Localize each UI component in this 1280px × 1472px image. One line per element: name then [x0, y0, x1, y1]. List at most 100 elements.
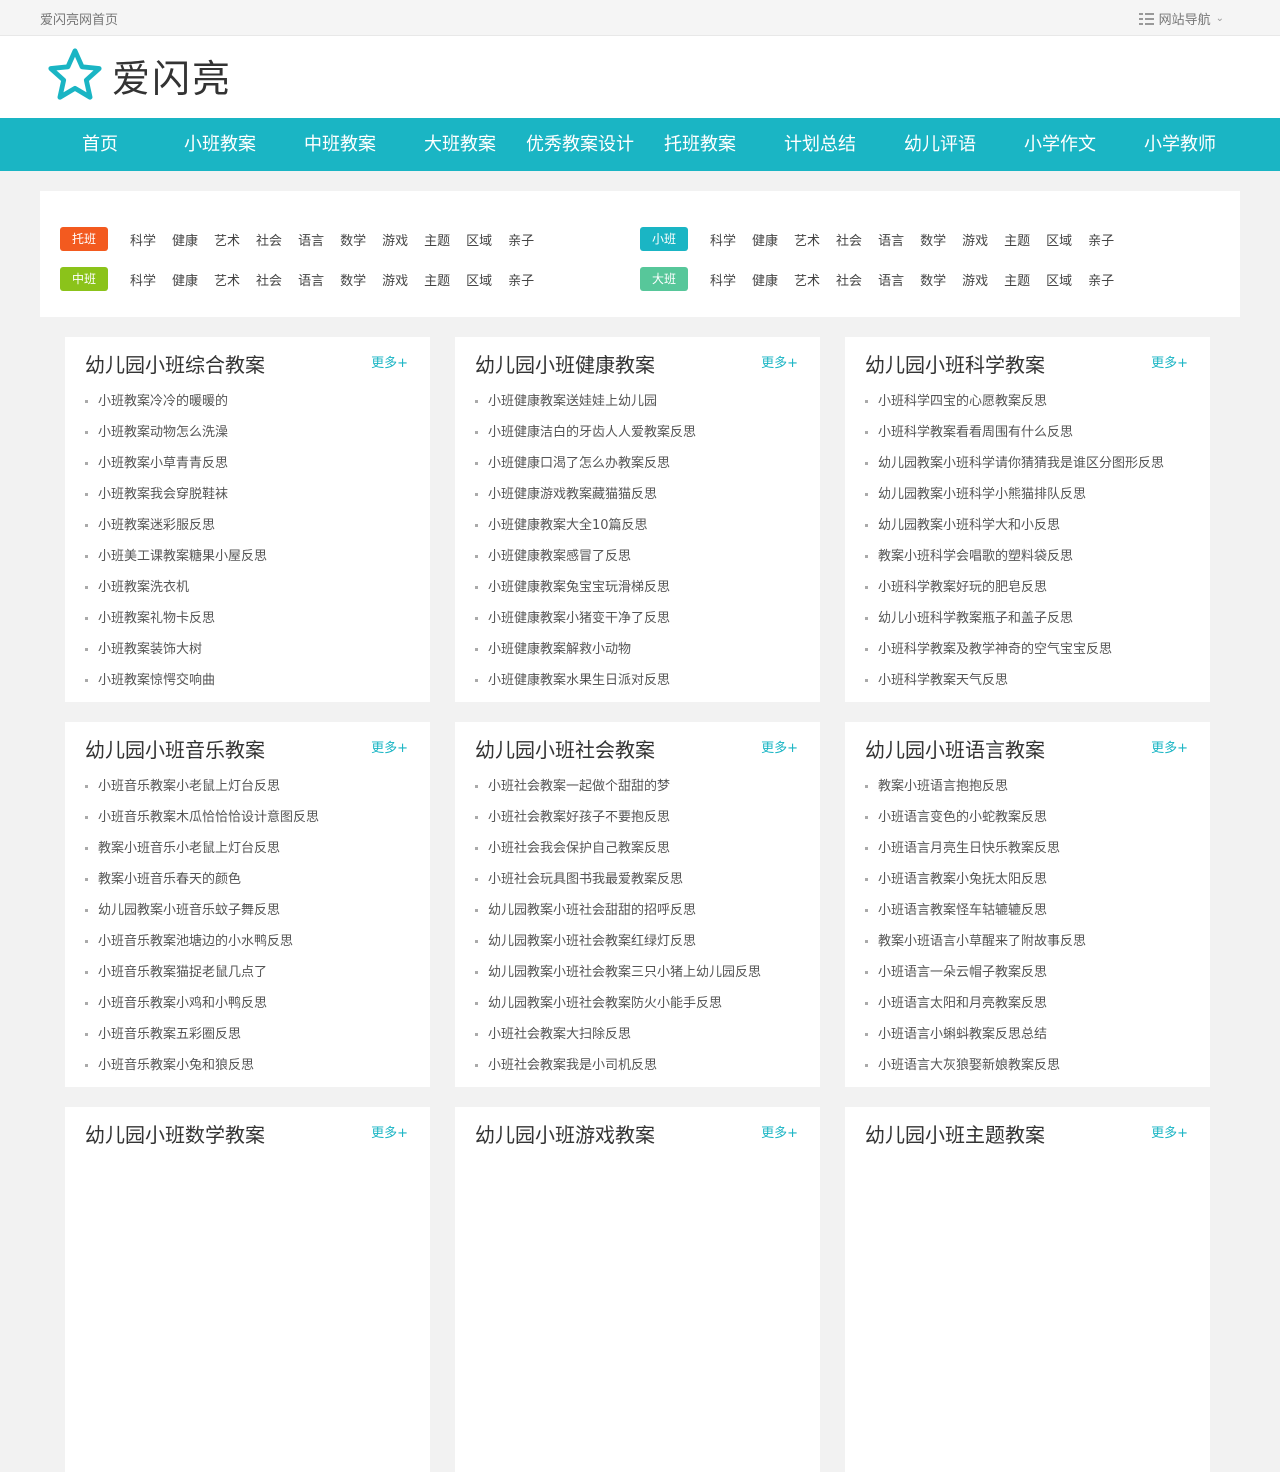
article-link[interactable]: 小班语言太阳和月亮教案反思	[878, 996, 1047, 1011]
article-link[interactable]: 小班健康教案解救小动物	[488, 642, 631, 657]
more-link[interactable]: 更多+	[371, 737, 408, 756]
article-link[interactable]: 小班社会我会保护自己教案反思	[488, 841, 670, 856]
subject-link[interactable]: 亲子	[1080, 270, 1122, 289]
nav-item[interactable]: 托班教案	[640, 118, 760, 171]
article-link[interactable]: 小班科学四宝的心愿教案反思	[878, 394, 1047, 409]
nav-item[interactable]: 大班教案	[400, 118, 520, 171]
nav-item[interactable]: 优秀教案设计	[520, 118, 640, 171]
article-link[interactable]: 小班教案动物怎么洗澡	[98, 425, 228, 440]
subject-link[interactable]: 社会	[248, 230, 290, 249]
article-link[interactable]: 小班社会玩具图书我最爱教案反思	[488, 872, 683, 887]
article-link[interactable]: 小班科学教案好玩的肥皂反思	[878, 580, 1047, 595]
article-link[interactable]: 教案小班语言抱抱反思	[878, 779, 1008, 794]
more-link[interactable]: 更多+	[371, 352, 408, 371]
article-link[interactable]: 小班语言教案小兔抚太阳反思	[878, 872, 1047, 887]
subject-link[interactable]: 区域	[1038, 270, 1080, 289]
more-link[interactable]: 更多+	[371, 1122, 408, 1141]
subject-link[interactable]: 健康	[744, 270, 786, 289]
article-link[interactable]: 小班科学教案天气反思	[878, 673, 1008, 688]
grade-badge[interactable]: 托班	[60, 227, 108, 251]
subject-link[interactable]: 主题	[416, 270, 458, 289]
nav-item[interactable]: 计划总结	[760, 118, 880, 171]
article-link[interactable]: 小班教案小草青青反思	[98, 456, 228, 471]
subject-link[interactable]: 语言	[290, 230, 332, 249]
card-title[interactable]: 幼儿园小班音乐教案	[85, 734, 265, 763]
subject-link[interactable]: 科学	[702, 270, 744, 289]
article-link[interactable]: 小班教案我会穿脱鞋袜	[98, 487, 228, 502]
article-link[interactable]: 小班健康游戏教案藏猫猫反思	[488, 487, 657, 502]
article-link[interactable]: 小班健康教案感冒了反思	[488, 549, 631, 564]
subject-link[interactable]: 区域	[1038, 230, 1080, 249]
article-link[interactable]: 幼儿园教案小班科学大和小反思	[878, 518, 1060, 533]
article-link[interactable]: 小班社会教案一起做个甜甜的梦	[488, 779, 670, 794]
article-link[interactable]: 小班音乐教案猫捉老鼠几点了	[98, 965, 267, 980]
card-title[interactable]: 幼儿园小班综合教案	[85, 349, 265, 378]
subject-link[interactable]: 科学	[122, 230, 164, 249]
grade-badge[interactable]: 中班	[60, 267, 108, 291]
subject-link[interactable]: 游戏	[954, 270, 996, 289]
article-link[interactable]: 小班教案装饰大树	[98, 642, 202, 657]
article-link[interactable]: 小班语言月亮生日快乐教案反思	[878, 841, 1060, 856]
article-link[interactable]: 小班健康教案小猪变干净了反思	[488, 611, 670, 626]
subject-link[interactable]: 艺术	[786, 270, 828, 289]
subject-link[interactable]: 亲子	[500, 270, 542, 289]
subject-link[interactable]: 语言	[870, 230, 912, 249]
subject-link[interactable]: 亲子	[1080, 230, 1122, 249]
article-link[interactable]: 幼儿园教案小班社会甜甜的招呼反思	[488, 903, 696, 918]
subject-link[interactable]: 数学	[912, 270, 954, 289]
article-link[interactable]: 小班健康洁白的牙齿人人爱教案反思	[488, 425, 696, 440]
subject-link[interactable]: 科学	[702, 230, 744, 249]
more-link[interactable]: 更多+	[761, 737, 798, 756]
article-link[interactable]: 教案小班音乐小老鼠上灯台反思	[98, 841, 280, 856]
site-nav-menu[interactable]: 网站导航 ⌄	[1138, 9, 1224, 28]
subject-link[interactable]: 艺术	[206, 270, 248, 289]
article-link[interactable]: 小班语言一朵云帽子教案反思	[878, 965, 1047, 980]
article-link[interactable]: 小班健康教案水果生日派对反思	[488, 673, 670, 688]
subject-link[interactable]: 区域	[458, 270, 500, 289]
article-link[interactable]: 幼儿园教案小班科学小熊猫排队反思	[878, 487, 1086, 502]
article-link[interactable]: 幼儿园教案小班音乐蚊子舞反思	[98, 903, 280, 918]
more-link[interactable]: 更多+	[761, 1122, 798, 1141]
card-title[interactable]: 幼儿园小班科学教案	[865, 349, 1045, 378]
card-title[interactable]: 幼儿园小班健康教案	[475, 349, 655, 378]
logo[interactable]: 爱闪亮	[46, 46, 232, 104]
more-link[interactable]: 更多+	[1151, 1122, 1188, 1141]
article-link[interactable]: 小班音乐教案小老鼠上灯台反思	[98, 779, 280, 794]
nav-item[interactable]: 小班教案	[160, 118, 280, 171]
article-link[interactable]: 小班语言大灰狼娶新娘教案反思	[878, 1058, 1060, 1073]
article-link[interactable]: 小班美工课教案糖果小屋反思	[98, 549, 267, 564]
subject-link[interactable]: 科学	[122, 270, 164, 289]
article-link[interactable]: 小班语言小蝌蚪教案反思总结	[878, 1027, 1047, 1042]
subject-link[interactable]: 主题	[996, 270, 1038, 289]
subject-link[interactable]: 数学	[912, 230, 954, 249]
subject-link[interactable]: 主题	[416, 230, 458, 249]
subject-link[interactable]: 健康	[164, 270, 206, 289]
article-link[interactable]: 小班教案惊愕交响曲	[98, 673, 215, 688]
nav-item[interactable]: 首页	[40, 118, 160, 171]
subject-link[interactable]: 艺术	[786, 230, 828, 249]
article-link[interactable]: 小班健康教案送娃娃上幼儿园	[488, 394, 657, 409]
article-link[interactable]: 小班音乐教案池塘边的小水鸭反思	[98, 934, 293, 949]
subject-link[interactable]: 数学	[332, 270, 374, 289]
subject-link[interactable]: 艺术	[206, 230, 248, 249]
subject-link[interactable]: 数学	[332, 230, 374, 249]
subject-link[interactable]: 游戏	[374, 270, 416, 289]
card-title[interactable]: 幼儿园小班社会教案	[475, 734, 655, 763]
article-link[interactable]: 小班教案冷冷的暖暖的	[98, 394, 228, 409]
nav-item[interactable]: 小学教师	[1120, 118, 1240, 171]
subject-link[interactable]: 健康	[164, 230, 206, 249]
grade-badge[interactable]: 大班	[640, 267, 688, 291]
article-link[interactable]: 小班教案迷彩服反思	[98, 518, 215, 533]
article-link[interactable]: 小班社会教案好孩子不要抱反思	[488, 810, 670, 825]
article-link[interactable]: 小班健康教案兔宝宝玩滑梯反思	[488, 580, 670, 595]
article-link[interactable]: 小班科学教案及教学神奇的空气宝宝反思	[878, 642, 1112, 657]
article-link[interactable]: 教案小班科学会唱歌的塑料袋反思	[878, 549, 1073, 564]
card-title[interactable]: 幼儿园小班语言教案	[865, 734, 1045, 763]
article-link[interactable]: 教案小班音乐春天的颜色	[98, 872, 241, 887]
subject-link[interactable]: 游戏	[954, 230, 996, 249]
subject-link[interactable]: 社会	[248, 270, 290, 289]
article-link[interactable]: 小班社会教案大扫除反思	[488, 1027, 631, 1042]
more-link[interactable]: 更多+	[1151, 352, 1188, 371]
article-link[interactable]: 幼儿园教案小班社会教案红绿灯反思	[488, 934, 696, 949]
subject-link[interactable]: 亲子	[500, 230, 542, 249]
